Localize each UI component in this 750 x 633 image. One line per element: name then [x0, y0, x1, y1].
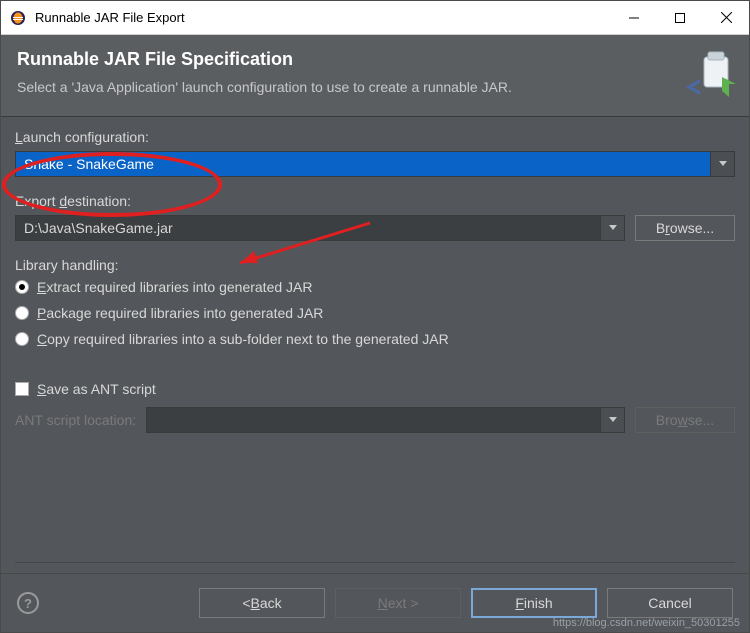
page-description: Select a 'Java Application' launch confi…	[17, 78, 657, 98]
launch-config-combo[interactable]: Snake - SnakeGame	[15, 151, 735, 177]
titlebar[interactable]: Runnable JAR File Export	[1, 1, 749, 35]
radio-icon	[15, 306, 29, 320]
page-title: Runnable JAR File Specification	[17, 49, 733, 70]
divider	[15, 562, 735, 563]
launch-config-label: Launch configuration:	[15, 129, 735, 145]
radio-extract[interactable]: Extract required libraries into generate…	[15, 279, 735, 295]
help-button[interactable]: ?	[17, 592, 39, 614]
checkbox-icon	[15, 382, 29, 396]
dialog-header: Runnable JAR File Specification Select a…	[1, 35, 749, 117]
dialog-body: Launch configuration: Snake - SnakeGame …	[1, 117, 749, 573]
ant-script-label: Save as ANT script	[37, 381, 156, 397]
next-button: Next >	[335, 588, 461, 618]
radio-label: Copy required libraries into a sub-folde…	[37, 331, 449, 347]
radio-icon	[15, 280, 29, 294]
eclipse-icon	[9, 9, 27, 27]
chevron-down-icon	[609, 225, 617, 230]
window-title: Runnable JAR File Export	[35, 10, 611, 25]
browse-button[interactable]: Browse...	[635, 215, 735, 241]
chevron-down-icon	[719, 161, 727, 166]
chevron-down-icon	[609, 417, 617, 422]
maximize-button[interactable]	[657, 1, 703, 34]
save-ant-script-row[interactable]: Save as ANT script	[15, 381, 735, 397]
ant-browse-button: Browse...	[635, 407, 735, 433]
radio-label: Extract required libraries into generate…	[37, 279, 312, 295]
radio-package[interactable]: Package required libraries into generate…	[15, 305, 735, 321]
close-button[interactable]	[703, 1, 749, 34]
export-dest-dropdown-button[interactable]	[601, 215, 625, 241]
export-dest-value[interactable]: D:\Java\SnakeGame.jar	[15, 215, 601, 241]
launch-config-dropdown-button[interactable]	[711, 151, 735, 177]
export-dialog: Runnable JAR File Export Runnable JAR Fi…	[0, 0, 750, 633]
minimize-button[interactable]	[611, 1, 657, 34]
export-dest-combo[interactable]: D:\Java\SnakeGame.jar	[15, 215, 625, 241]
ant-location-combo	[146, 407, 625, 433]
ant-location-dropdown-button	[601, 407, 625, 433]
launch-config-value[interactable]: Snake - SnakeGame	[15, 151, 711, 177]
radio-copy[interactable]: Copy required libraries into a sub-folde…	[15, 331, 735, 347]
ant-location-label: ANT script location:	[15, 412, 136, 428]
cancel-button[interactable]: Cancel	[607, 588, 733, 618]
watermark: https://blog.csdn.net/weixin_50301255	[553, 617, 740, 629]
radio-icon	[15, 332, 29, 346]
radio-label: Package required libraries into generate…	[37, 305, 323, 321]
library-handling-label: Library handling:	[15, 257, 735, 273]
ant-location-input	[146, 407, 601, 433]
finish-button[interactable]: Finish	[471, 588, 597, 618]
window-controls	[611, 1, 749, 34]
jar-export-icon	[684, 49, 739, 104]
library-handling-group: Extract required libraries into generate…	[15, 279, 735, 357]
back-button[interactable]: < Back	[199, 588, 325, 618]
export-dest-label: Export destination:	[15, 193, 735, 209]
